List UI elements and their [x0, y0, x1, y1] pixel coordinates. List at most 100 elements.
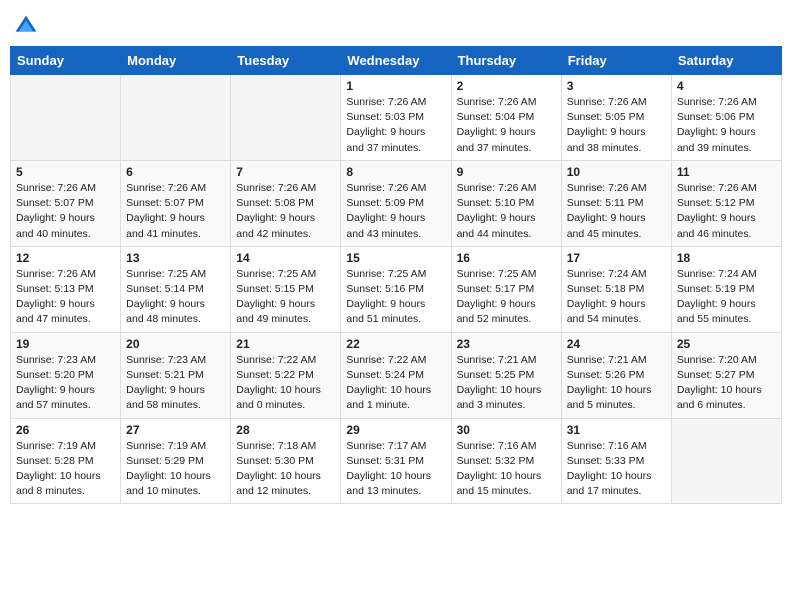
- day-number: 29: [346, 423, 445, 437]
- day-info: Sunrise: 7:22 AM Sunset: 5:22 PM Dayligh…: [236, 353, 335, 414]
- day-info: Sunrise: 7:21 AM Sunset: 5:26 PM Dayligh…: [567, 353, 666, 414]
- day-number: 8: [346, 165, 445, 179]
- day-info: Sunrise: 7:26 AM Sunset: 5:10 PM Dayligh…: [457, 181, 556, 242]
- day-number: 3: [567, 79, 666, 93]
- calendar-cell: 4 Sunrise: 7:26 AM Sunset: 5:06 PM Daylig…: [671, 75, 781, 161]
- day-number: 23: [457, 337, 556, 351]
- day-number: 7: [236, 165, 335, 179]
- calendar-cell: 7 Sunrise: 7:26 AM Sunset: 5:08 PM Daylig…: [231, 160, 341, 246]
- day-info: Sunrise: 7:16 AM Sunset: 5:32 PM Dayligh…: [457, 439, 556, 500]
- day-number: 24: [567, 337, 666, 351]
- day-number: 10: [567, 165, 666, 179]
- calendar-cell: 17 Sunrise: 7:24 AM Sunset: 5:18 PM Dayli…: [561, 246, 671, 332]
- day-info: Sunrise: 7:17 AM Sunset: 5:31 PM Dayligh…: [346, 439, 445, 500]
- calendar-cell: 21 Sunrise: 7:22 AM Sunset: 5:22 PM Dayli…: [231, 332, 341, 418]
- day-info: Sunrise: 7:26 AM Sunset: 5:05 PM Dayligh…: [567, 95, 666, 156]
- calendar-cell: [11, 75, 121, 161]
- day-info: Sunrise: 7:26 AM Sunset: 5:09 PM Dayligh…: [346, 181, 445, 242]
- calendar-week-row: 1Sunrise: 7:26 AM Sunset: 5:03 PM Daylig…: [11, 75, 782, 161]
- day-number: 12: [16, 251, 115, 265]
- calendar-cell: 13 Sunrise: 7:25 AM Sunset: 5:14 PM Dayli…: [121, 246, 231, 332]
- day-info: Sunrise: 7:26 AM Sunset: 5:12 PM Dayligh…: [677, 181, 776, 242]
- day-info: Sunrise: 7:24 AM Sunset: 5:18 PM Dayligh…: [567, 267, 666, 328]
- day-info: Sunrise: 7:25 AM Sunset: 5:17 PM Dayligh…: [457, 267, 556, 328]
- calendar-header-sunday: Sunday: [11, 47, 121, 75]
- day-number: 20: [126, 337, 225, 351]
- day-number: 5: [16, 165, 115, 179]
- calendar-cell: 5 Sunrise: 7:26 AM Sunset: 5:07 PM Daylig…: [11, 160, 121, 246]
- calendar-header-wednesday: Wednesday: [341, 47, 451, 75]
- calendar-cell: 9 Sunrise: 7:26 AM Sunset: 5:10 PM Daylig…: [451, 160, 561, 246]
- calendar-cell: 27Sunrise: 7:19 AM Sunset: 5:29 PM Dayli…: [121, 418, 231, 504]
- calendar-cell: 15 Sunrise: 7:25 AM Sunset: 5:16 PM Dayli…: [341, 246, 451, 332]
- calendar-cell: 28Sunrise: 7:18 AM Sunset: 5:30 PM Dayli…: [231, 418, 341, 504]
- day-number: 30: [457, 423, 556, 437]
- day-info: Sunrise: 7:16 AM Sunset: 5:33 PM Dayligh…: [567, 439, 666, 500]
- day-info: Sunrise: 7:23 AM Sunset: 5:21 PM Dayligh…: [126, 353, 225, 414]
- day-info: Sunrise: 7:26 AM Sunset: 5:07 PM Dayligh…: [16, 181, 115, 242]
- calendar-week-row: 5 Sunrise: 7:26 AM Sunset: 5:07 PM Daylig…: [11, 160, 782, 246]
- calendar-cell: 1Sunrise: 7:26 AM Sunset: 5:03 PM Daylig…: [341, 75, 451, 161]
- calendar-cell: 31Sunrise: 7:16 AM Sunset: 5:33 PM Dayli…: [561, 418, 671, 504]
- calendar-cell: 3 Sunrise: 7:26 AM Sunset: 5:05 PM Daylig…: [561, 75, 671, 161]
- logo: [14, 14, 40, 38]
- calendar-header-tuesday: Tuesday: [231, 47, 341, 75]
- calendar-cell: 30 Sunrise: 7:16 AM Sunset: 5:32 PM Dayli…: [451, 418, 561, 504]
- day-info: Sunrise: 7:18 AM Sunset: 5:30 PM Dayligh…: [236, 439, 335, 500]
- day-info: Sunrise: 7:25 AM Sunset: 5:14 PM Dayligh…: [126, 267, 225, 328]
- day-number: 6: [126, 165, 225, 179]
- day-info: Sunrise: 7:25 AM Sunset: 5:16 PM Dayligh…: [346, 267, 445, 328]
- day-number: 21: [236, 337, 335, 351]
- day-info: Sunrise: 7:26 AM Sunset: 5:07 PM Dayligh…: [126, 181, 225, 242]
- calendar-cell: 24 Sunrise: 7:21 AM Sunset: 5:26 PM Dayli…: [561, 332, 671, 418]
- day-number: 27: [126, 423, 225, 437]
- page-header: [10, 10, 782, 38]
- calendar-cell: [671, 418, 781, 504]
- day-info: Sunrise: 7:26 AM Sunset: 5:06 PM Dayligh…: [677, 95, 776, 156]
- day-number: 26: [16, 423, 115, 437]
- calendar-cell: 16 Sunrise: 7:25 AM Sunset: 5:17 PM Dayli…: [451, 246, 561, 332]
- day-number: 13: [126, 251, 225, 265]
- calendar-header-row: SundayMondayTuesdayWednesdayThursdayFrid…: [11, 47, 782, 75]
- logo-icon: [14, 14, 38, 38]
- calendar-cell: [231, 75, 341, 161]
- calendar-week-row: 12 Sunrise: 7:26 AM Sunset: 5:13 PM Dayli…: [11, 246, 782, 332]
- calendar-week-row: 26Sunrise: 7:19 AM Sunset: 5:28 PM Dayli…: [11, 418, 782, 504]
- day-info: Sunrise: 7:26 AM Sunset: 5:03 PM Dayligh…: [346, 95, 445, 156]
- calendar-cell: 20 Sunrise: 7:23 AM Sunset: 5:21 PM Dayli…: [121, 332, 231, 418]
- day-number: 25: [677, 337, 776, 351]
- day-number: 15: [346, 251, 445, 265]
- day-number: 2: [457, 79, 556, 93]
- calendar-cell: [121, 75, 231, 161]
- calendar-cell: 29 Sunrise: 7:17 AM Sunset: 5:31 PM Dayli…: [341, 418, 451, 504]
- day-number: 17: [567, 251, 666, 265]
- calendar-cell: 2 Sunrise: 7:26 AM Sunset: 5:04 PM Daylig…: [451, 75, 561, 161]
- day-info: Sunrise: 7:26 AM Sunset: 5:04 PM Dayligh…: [457, 95, 556, 156]
- calendar-cell: 25 Sunrise: 7:20 AM Sunset: 5:27 PM Dayli…: [671, 332, 781, 418]
- day-number: 22: [346, 337, 445, 351]
- day-info: Sunrise: 7:20 AM Sunset: 5:27 PM Dayligh…: [677, 353, 776, 414]
- day-info: Sunrise: 7:22 AM Sunset: 5:24 PM Dayligh…: [346, 353, 445, 414]
- calendar-header-thursday: Thursday: [451, 47, 561, 75]
- calendar-header-saturday: Saturday: [671, 47, 781, 75]
- calendar-cell: 14Sunrise: 7:25 AM Sunset: 5:15 PM Dayli…: [231, 246, 341, 332]
- day-info: Sunrise: 7:24 AM Sunset: 5:19 PM Dayligh…: [677, 267, 776, 328]
- day-info: Sunrise: 7:26 AM Sunset: 5:13 PM Dayligh…: [16, 267, 115, 328]
- day-number: 9: [457, 165, 556, 179]
- calendar-cell: 18 Sunrise: 7:24 AM Sunset: 5:19 PM Dayli…: [671, 246, 781, 332]
- day-number: 19: [16, 337, 115, 351]
- day-number: 16: [457, 251, 556, 265]
- day-number: 18: [677, 251, 776, 265]
- calendar-cell: 8 Sunrise: 7:26 AM Sunset: 5:09 PM Daylig…: [341, 160, 451, 246]
- calendar-week-row: 19 Sunrise: 7:23 AM Sunset: 5:20 PM Dayli…: [11, 332, 782, 418]
- day-number: 11: [677, 165, 776, 179]
- calendar-table: SundayMondayTuesdayWednesdayThursdayFrid…: [10, 46, 782, 504]
- calendar-cell: 22 Sunrise: 7:22 AM Sunset: 5:24 PM Dayli…: [341, 332, 451, 418]
- calendar-header-friday: Friday: [561, 47, 671, 75]
- day-info: Sunrise: 7:26 AM Sunset: 5:08 PM Dayligh…: [236, 181, 335, 242]
- calendar-cell: 26Sunrise: 7:19 AM Sunset: 5:28 PM Dayli…: [11, 418, 121, 504]
- calendar-cell: 12 Sunrise: 7:26 AM Sunset: 5:13 PM Dayli…: [11, 246, 121, 332]
- day-number: 4: [677, 79, 776, 93]
- calendar-cell: 23Sunrise: 7:21 AM Sunset: 5:25 PM Dayli…: [451, 332, 561, 418]
- day-info: Sunrise: 7:23 AM Sunset: 5:20 PM Dayligh…: [16, 353, 115, 414]
